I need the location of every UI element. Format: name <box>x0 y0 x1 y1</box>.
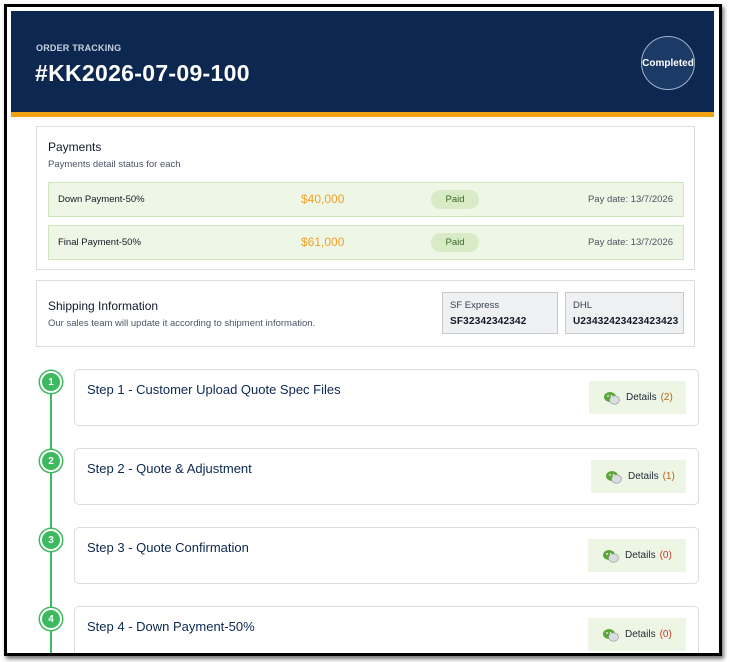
order-status-badge: Completed <box>641 36 695 90</box>
payments-title: Payments <box>48 140 102 154</box>
step-number-badge: 3 <box>40 529 62 551</box>
step-number-badge: 2 <box>40 450 62 472</box>
step-title: Step 2 - Quote & Adjustment <box>87 461 252 476</box>
details-button[interactable]: Details (0) <box>588 618 686 651</box>
carrier-box-dhl: DHL U23432423423423423 <box>565 292 684 334</box>
shipping-card: Shipping Information Our sales team will… <box>36 280 695 347</box>
payment-date: Pay date: 13/7/2026 <box>587 237 673 248</box>
step-card: Step 4 - Down Payment-50% Details (0) <box>74 606 699 653</box>
details-count: (0) <box>659 550 672 561</box>
step-card: Step 3 - Quote Confirmation Details (0) <box>74 527 699 584</box>
payments-card: Payments Payments detail status for each… <box>36 126 695 270</box>
shipping-subtitle: Our sales team will update it according … <box>48 318 316 329</box>
payment-amount: $61,000 <box>301 235 345 249</box>
payment-row: Final Payment-50% $61,000 Paid Pay date:… <box>48 225 684 260</box>
header-accent-stripe <box>11 112 714 117</box>
payment-status-badge: Paid <box>431 190 479 209</box>
details-count: (2) <box>660 392 673 403</box>
shipping-title: Shipping Information <box>48 299 159 313</box>
carrier-name: SF Express <box>450 300 500 311</box>
payment-amount: $40,000 <box>301 192 345 206</box>
payment-row: Down Payment-50% $40,000 Paid Pay date: … <box>48 182 684 217</box>
details-label: Details <box>628 471 659 482</box>
details-button[interactable]: Details (0) <box>588 539 686 572</box>
chat-bubbles-icon <box>604 391 620 405</box>
details-button[interactable]: Details (1) <box>591 460 686 493</box>
order-header: ORDER TRACKING #KK2026-07-09-100 Complet… <box>11 11 714 112</box>
details-count: (0) <box>659 629 672 640</box>
details-label: Details <box>625 550 656 561</box>
step-number-badge: 1 <box>40 371 62 393</box>
details-label: Details <box>626 392 657 403</box>
chat-bubbles-icon <box>603 549 619 563</box>
payment-label: Down Payment-50% <box>58 194 145 205</box>
step-title: Step 4 - Down Payment-50% <box>87 619 255 634</box>
payment-label: Final Payment-50% <box>58 237 141 248</box>
step-card: Step 2 - Quote & Adjustment Details (1) <box>74 448 699 505</box>
payment-date: Pay date: 13/7/2026 <box>587 194 673 205</box>
step-card: Step 1 - Customer Upload Quote Spec File… <box>74 369 699 426</box>
carrier-name: DHL <box>573 300 593 311</box>
section-eyebrow: ORDER TRACKING <box>36 43 122 53</box>
order-id: #KK2026-07-09-100 <box>35 60 250 86</box>
payments-subtitle: Payments detail status for each <box>48 159 181 170</box>
app-window: ORDER TRACKING #KK2026-07-09-100 Complet… <box>4 4 722 656</box>
tracking-number: SF32342342342 <box>450 316 527 327</box>
payment-status-badge: Paid <box>431 233 479 252</box>
step-title: Step 3 - Quote Confirmation <box>87 540 249 555</box>
details-label: Details <box>625 629 656 640</box>
tracking-number: U23432423423423423 <box>573 316 679 327</box>
chat-bubbles-icon <box>606 470 622 484</box>
step-number-badge: 4 <box>40 608 62 630</box>
details-button[interactable]: Details (2) <box>589 381 686 414</box>
details-count: (1) <box>662 471 675 482</box>
chat-bubbles-icon <box>603 628 619 642</box>
step-title: Step 1 - Customer Upload Quote Spec File… <box>87 382 341 397</box>
carrier-box-sf-express: SF Express SF32342342342 <box>442 292 558 334</box>
